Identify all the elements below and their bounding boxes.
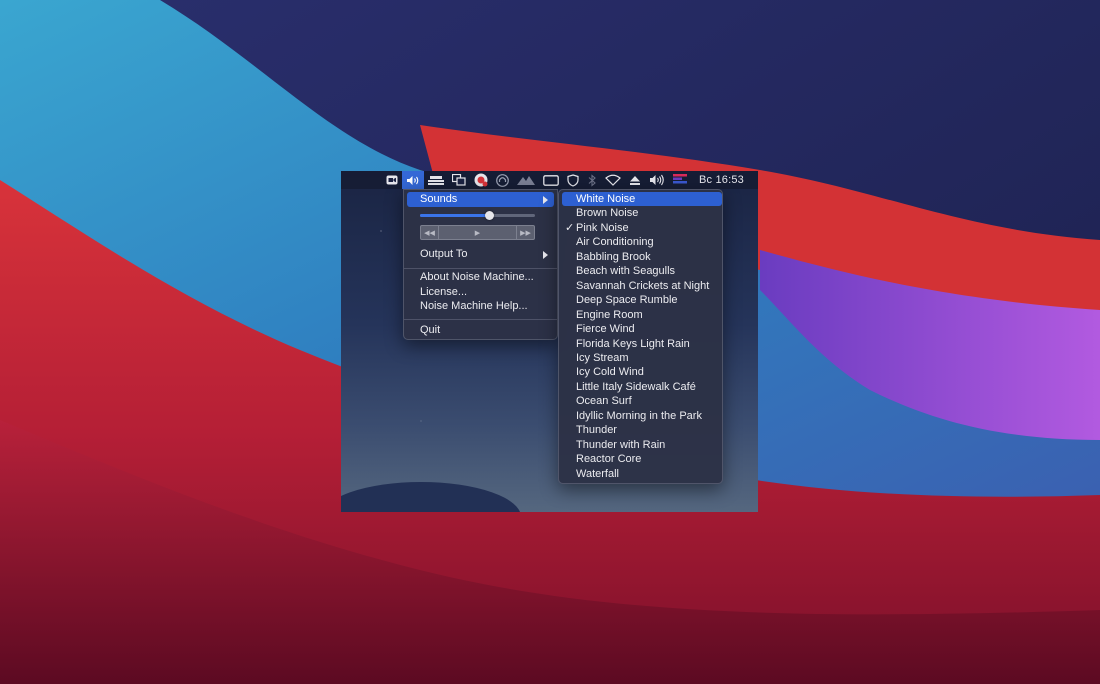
sound-item-label: Thunder [576, 424, 617, 437]
sound-item[interactable]: Savannah Crickets at Night [562, 279, 722, 293]
menu-item-sounds-label: Sounds [420, 193, 458, 205]
submenu-arrow-icon [543, 196, 548, 204]
playback-controls: ◀◀ ▶ ▶▶ [420, 225, 535, 240]
sound-item-label: Pink Noise [576, 221, 629, 234]
sound-item-label: Icy Cold Wind [576, 366, 644, 379]
record-icon[interactable] [470, 171, 492, 189]
volume-slider-knob[interactable] [485, 211, 494, 220]
sound-item[interactable]: Brown Noise [562, 206, 722, 220]
volume-icon[interactable] [645, 171, 669, 189]
sound-item[interactable]: Little Italy Sidewalk Café [562, 380, 722, 394]
display-icon[interactable] [539, 171, 563, 189]
play-button[interactable]: ▶ [439, 226, 516, 239]
sound-item-label: Waterfall [576, 467, 619, 480]
headphones-icon[interactable] [492, 171, 513, 189]
sound-item-label: Florida Keys Light Rain [576, 337, 690, 350]
zoom-icon[interactable] [382, 171, 402, 189]
checkmark-icon: ✓ [565, 221, 575, 234]
menu-item-about[interactable]: About Noise Machine... [407, 270, 554, 285]
eject-icon[interactable] [625, 171, 645, 189]
menu-item-output-to[interactable]: Output To [407, 247, 554, 262]
mountain-icon[interactable] [513, 171, 539, 189]
menu-divider [404, 319, 557, 320]
sound-item-label: White Noise [576, 193, 636, 205]
speaker-wave-icon[interactable] [401, 171, 424, 189]
sound-item-label: Idyllic Morning in the Park [576, 409, 702, 422]
sound-item-label: Fierce Wind [576, 323, 635, 336]
menu-bar: Вс 16:53 [341, 171, 758, 189]
sound-item-label: Icy Stream [576, 351, 629, 364]
wifi-icon[interactable] [601, 171, 625, 189]
sound-item[interactable]: Fierce Wind [562, 322, 722, 336]
sound-item[interactable]: Idyllic Morning in the Park [562, 409, 722, 423]
menu-item-sounds[interactable]: Sounds [407, 192, 554, 207]
sound-item-label: Deep Space Rumble [576, 294, 678, 307]
bluetooth-icon[interactable] [583, 171, 601, 189]
sound-item[interactable]: Icy Stream [562, 351, 722, 365]
stack-icon[interactable] [424, 171, 448, 189]
menu-item-help[interactable]: Noise Machine Help... [407, 299, 554, 314]
sound-item[interactable]: White Noise [562, 192, 722, 207]
sound-item[interactable]: Ocean Surf [562, 394, 722, 408]
menu-divider [404, 268, 557, 269]
sound-item[interactable]: Engine Room [562, 308, 722, 322]
sound-item[interactable]: Beach with Seagulls [562, 264, 722, 278]
sound-item-label: Brown Noise [576, 207, 639, 220]
volume-slider-fill [420, 214, 489, 217]
sound-item[interactable]: Thunder with Rain [562, 438, 722, 452]
shield-icon[interactable] [563, 171, 583, 189]
noise-machine-menu: Sounds ◀◀ ▶ ▶▶ Output To About Noise Mac… [403, 189, 558, 340]
menu-item-license[interactable]: License... [407, 285, 554, 300]
sound-item-label: Ocean Surf [576, 395, 632, 408]
sounds-submenu: White Noise Brown Noise ✓ Pink Noise Air Con… [558, 189, 723, 484]
sound-item-label: Babbling Brook [576, 250, 651, 263]
sound-item[interactable]: Reactor Core [562, 452, 722, 466]
sound-item-label: Little Italy Sidewalk Café [576, 380, 696, 393]
sound-item-label: Reactor Core [576, 453, 642, 466]
windows-icon[interactable] [448, 171, 470, 189]
flag-icon[interactable] [669, 171, 691, 189]
sound-item[interactable]: ✓ Pink Noise [562, 221, 722, 235]
sound-item-label: Engine Room [576, 308, 643, 321]
volume-slider[interactable] [420, 211, 535, 220]
menubar-clock[interactable]: Вс 16:53 [691, 171, 748, 189]
sound-item[interactable]: Babbling Brook [562, 250, 722, 264]
next-button[interactable]: ▶▶ [516, 226, 534, 239]
sound-item-label: Savannah Crickets at Night [576, 279, 710, 292]
menu-item-quit[interactable]: Quit [407, 323, 554, 338]
submenu-arrow-icon [543, 251, 548, 259]
sound-item[interactable]: Icy Cold Wind [562, 365, 722, 379]
sound-item-label: Beach with Seagulls [576, 265, 676, 278]
sound-item[interactable]: Thunder [562, 423, 722, 437]
sound-item-label: Thunder with Rain [576, 438, 666, 451]
sound-item[interactable]: Florida Keys Light Rain [562, 337, 722, 351]
previous-button[interactable]: ◀◀ [421, 226, 439, 239]
sound-item[interactable]: Air Conditioning [562, 235, 722, 249]
menu-item-output-to-label: Output To [420, 248, 468, 260]
sound-item-label: Air Conditioning [576, 236, 654, 249]
sound-item[interactable]: Deep Space Rumble [562, 293, 722, 307]
sound-item[interactable]: Waterfall [562, 467, 722, 481]
